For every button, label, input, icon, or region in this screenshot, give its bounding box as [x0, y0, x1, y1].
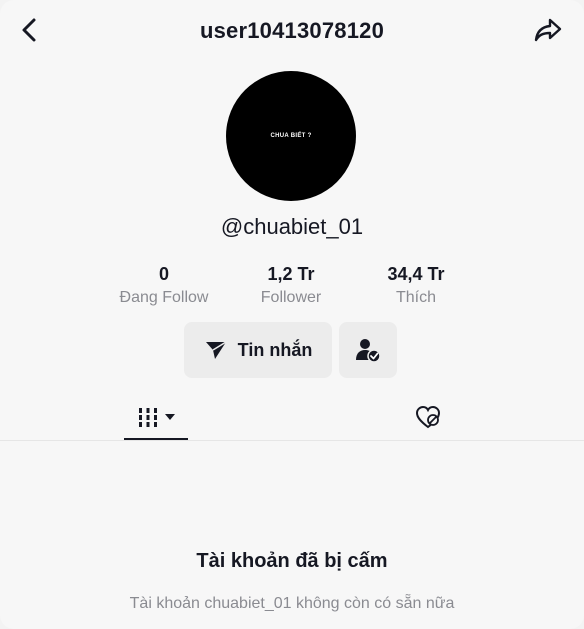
heart-hidden-icon	[415, 405, 441, 429]
user-check-icon	[356, 339, 381, 363]
stat-followers[interactable]: 1,2 Tr Follower	[226, 262, 356, 310]
stat-followers-value: 1,2 Tr	[267, 264, 315, 284]
caret-down-icon	[165, 414, 175, 420]
stat-following-label: Đang Follow	[119, 289, 209, 306]
stat-following[interactable]: 0 Đang Follow	[99, 262, 229, 310]
stat-likes-value: 34,4 Tr	[387, 264, 445, 284]
stat-followers-label: Follower	[260, 289, 322, 306]
tab-liked[interactable]	[404, 396, 452, 438]
top-bar: user10413078120	[0, 10, 584, 50]
banned-description: Tài khoản chuabiet_01 không còn có sẵn n…	[129, 595, 455, 612]
stat-following-value: 0	[158, 264, 169, 284]
tab-videos[interactable]	[124, 396, 188, 440]
grid-bars-icon	[139, 408, 157, 427]
message-button-label: Tin nhắn	[237, 339, 313, 360]
stat-likes: 34,4 Tr Thích	[351, 262, 481, 310]
profile-tabs	[0, 396, 584, 441]
profile-screen: user10413078120 CHUA BIẾT ? @chuabiet_01…	[0, 0, 584, 629]
username-handle: @chuabiet_01	[220, 214, 364, 239]
share-arrow-icon	[534, 18, 562, 42]
message-button[interactable]: Tin nhắn	[184, 322, 332, 378]
page-title: user10413078120	[199, 18, 385, 43]
banned-title: Tài khoản đã bị cấm	[196, 550, 388, 572]
avatar[interactable]: CHUA BIẾT ?	[226, 71, 356, 201]
avatar-text: CHUA BIẾT ?	[270, 133, 312, 139]
add-friend-button[interactable]	[339, 322, 397, 378]
share-button[interactable]	[532, 14, 564, 46]
send-plane-icon	[205, 341, 227, 359]
stat-likes-label: Thích	[395, 289, 436, 306]
